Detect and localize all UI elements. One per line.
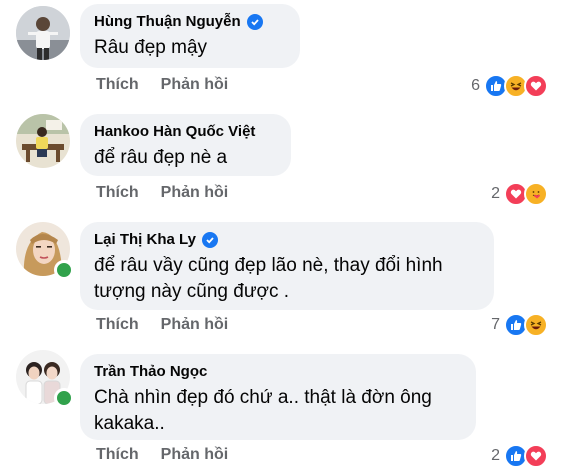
like-button[interactable]: Thích bbox=[96, 316, 139, 334]
reaction-count: 2 bbox=[491, 447, 500, 464]
reaction-summary[interactable]: 2 bbox=[491, 444, 548, 468]
comment-actions: Thích Phản hồi bbox=[96, 446, 228, 464]
like-button[interactable]: Thích bbox=[96, 446, 139, 464]
avatar[interactable] bbox=[16, 6, 70, 60]
reaction-summary[interactable]: 2 bbox=[491, 182, 548, 206]
verified-badge-icon bbox=[246, 14, 263, 30]
like-button[interactable]: Thích bbox=[96, 76, 139, 94]
haha-icon bbox=[524, 313, 548, 337]
comment-author[interactable]: Lại Thị Kha Ly bbox=[94, 230, 196, 250]
comment-actions: Thích Phản hồi bbox=[96, 76, 228, 94]
avatar[interactable] bbox=[16, 350, 74, 408]
like-button[interactable]: Thích bbox=[96, 184, 139, 202]
reaction-summary[interactable]: 7 bbox=[491, 313, 548, 337]
reply-button[interactable]: Phản hồi bbox=[161, 446, 229, 464]
online-status-icon bbox=[54, 260, 74, 280]
comment-author[interactable]: Hankoo Hàn Quốc Việt bbox=[94, 122, 255, 142]
comment-bubble: Trần Thảo Ngọc Chà nhìn đẹp đó chứ a.. t… bbox=[80, 354, 476, 440]
love-icon bbox=[524, 74, 548, 98]
verified-badge-icon bbox=[201, 232, 218, 248]
care-icon bbox=[524, 182, 548, 206]
comment-text: để râu vầy cũng đẹp lão nè, thay đổi hìn… bbox=[94, 255, 443, 302]
comment-text: Râu đẹp mậy bbox=[94, 37, 208, 58]
reply-button[interactable]: Phản hồi bbox=[161, 184, 229, 202]
reply-button[interactable]: Phản hồi bbox=[161, 316, 229, 334]
comment-actions: Thích Phản hồi bbox=[96, 316, 228, 334]
reaction-count: 7 bbox=[491, 316, 500, 333]
reaction-count: 6 bbox=[471, 77, 480, 94]
avatar[interactable] bbox=[16, 222, 74, 280]
love-icon bbox=[524, 444, 548, 468]
comment-author[interactable]: Trần Thảo Ngọc bbox=[94, 362, 207, 382]
comment-bubble: Hùng Thuận Nguyễn Râu đẹp mậy bbox=[80, 4, 300, 68]
comment-bubble: Hankoo Hàn Quốc Việt để râu đẹp nè a bbox=[80, 114, 291, 176]
reply-button[interactable]: Phản hồi bbox=[161, 76, 229, 94]
avatar[interactable] bbox=[16, 114, 70, 168]
reaction-summary[interactable]: 6 bbox=[471, 74, 548, 98]
comment-bubble: Lại Thị Kha Ly để râu vầy cũng đẹp lão n… bbox=[80, 222, 494, 310]
online-status-icon bbox=[54, 388, 74, 408]
comment-text: Chà nhìn đẹp đó chứ a.. thật là đờn ông … bbox=[94, 387, 432, 434]
reaction-count: 2 bbox=[491, 185, 500, 202]
comment-actions: Thích Phản hồi bbox=[96, 184, 228, 202]
comment-author[interactable]: Hùng Thuận Nguyễn bbox=[94, 12, 241, 32]
comment-text: để râu đẹp nè a bbox=[94, 147, 228, 168]
